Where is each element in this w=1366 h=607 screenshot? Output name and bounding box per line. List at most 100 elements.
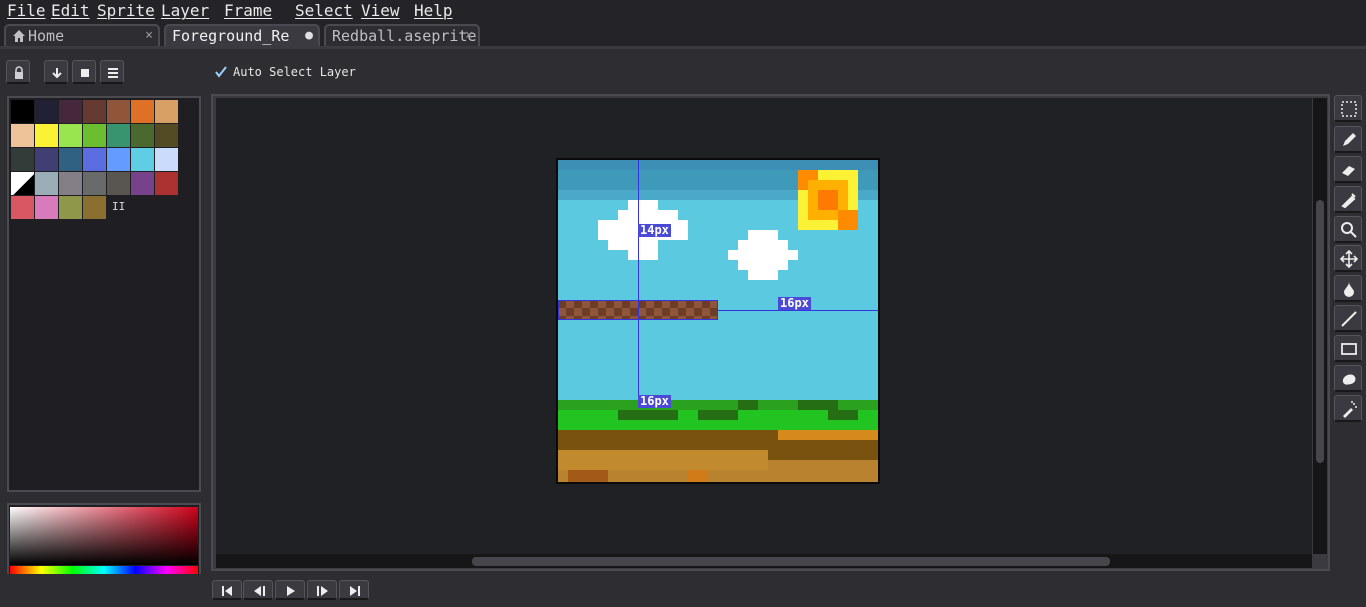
palette-swatch[interactable] (35, 124, 58, 147)
sun-corner (838, 210, 858, 230)
move-tool[interactable] (1334, 245, 1362, 272)
tab-label: Foreground_Re (172, 27, 290, 45)
dirt-dark (688, 470, 708, 482)
grass-dark (798, 400, 838, 410)
palette-swatch[interactable] (131, 100, 154, 123)
checkmark-icon (215, 66, 227, 78)
palette-swatch[interactable] (35, 148, 58, 171)
previous-frame-icon (254, 586, 265, 596)
spray-icon (1343, 401, 1357, 418)
palette-swatch[interactable] (11, 100, 34, 123)
palette-swatch[interactable] (59, 148, 82, 171)
square-button[interactable] (72, 60, 96, 84)
grass-dark (618, 410, 678, 420)
play-button[interactable] (275, 580, 305, 600)
line-tool[interactable] (1334, 305, 1362, 332)
palette-swatch[interactable] (83, 124, 106, 147)
close-icon[interactable]: × (145, 26, 153, 46)
tab-label: Home (28, 27, 65, 45)
palette-swatch[interactable] (35, 100, 58, 123)
eraser-tool[interactable] (1334, 156, 1362, 183)
guide-label: 14px (638, 223, 671, 237)
palette-swatch[interactable] (107, 100, 130, 123)
palette-swatch[interactable] (131, 172, 154, 195)
menu-select[interactable]: Select (295, 1, 353, 21)
fill-icon (1344, 282, 1354, 297)
auto-select-label: Auto Select Layer (233, 65, 356, 79)
pencil-icon (1343, 133, 1356, 146)
palette-swatch[interactable] (11, 124, 34, 147)
palette-swatch[interactable] (83, 172, 106, 195)
modified-indicator-icon[interactable]: ● (305, 26, 313, 46)
palette-swatch[interactable] (59, 172, 82, 195)
palette-swatch[interactable] (107, 172, 130, 195)
horizontal-scroll-thumb[interactable] (472, 557, 1110, 566)
first-frame-button[interactable] (212, 580, 242, 600)
lock-button[interactable] (6, 60, 30, 84)
horizontal-guide (718, 310, 878, 311)
next-frame-button[interactable] (307, 580, 337, 600)
pencil-tool[interactable] (1334, 126, 1362, 153)
first-frame-icon (222, 586, 232, 596)
auto-select-layer-checkbox[interactable]: Auto Select Layer (215, 65, 356, 79)
tab-home[interactable]: Home × (4, 24, 160, 46)
eyedropper-icon (1341, 193, 1356, 209)
palette-swatch[interactable] (11, 172, 34, 195)
menu-frame[interactable]: Frame (224, 1, 272, 21)
blob-icon (1342, 374, 1356, 385)
next-frame-icon (317, 586, 328, 596)
palette-swatch[interactable] (155, 148, 178, 171)
palette-swatch[interactable] (11, 196, 34, 219)
palette-swatch[interactable] (107, 124, 130, 147)
contour-tool[interactable] (1334, 365, 1362, 392)
spray-tool[interactable] (1334, 395, 1362, 422)
palette-swatch[interactable] (83, 196, 106, 219)
palette-count-label: II (112, 200, 126, 213)
eyedropper-tool[interactable] (1334, 186, 1362, 213)
dirt-light (558, 450, 768, 470)
palette-swatch[interactable] (155, 172, 178, 195)
rectangular-marquee-tool[interactable] (1334, 95, 1362, 122)
menu-layer[interactable]: Layer (161, 1, 209, 21)
palette-swatch[interactable] (59, 100, 82, 123)
palette-swatch[interactable] (35, 172, 58, 195)
home-icon (13, 30, 25, 42)
menu-edit[interactable]: Edit (51, 1, 90, 21)
tab-foreground[interactable]: Foreground_Re ● (164, 24, 320, 46)
menu-sprite[interactable]: Sprite (97, 1, 155, 21)
menu-help[interactable]: Help (414, 1, 453, 21)
palette-swatch[interactable] (107, 148, 130, 171)
palette-swatch[interactable] (155, 124, 178, 147)
saturation-value-box[interactable] (10, 507, 198, 565)
grass-dark (698, 410, 738, 420)
last-frame-button[interactable] (339, 580, 369, 600)
grass-dark (828, 410, 858, 420)
palette-swatch[interactable] (83, 148, 106, 171)
palette-swatch[interactable] (59, 124, 82, 147)
move-down-button[interactable] (44, 60, 68, 84)
previous-frame-button[interactable] (243, 580, 273, 600)
dirt-light (778, 430, 878, 440)
paint-bucket-tool[interactable] (1334, 275, 1362, 302)
zoom-tool[interactable] (1334, 216, 1362, 243)
vertical-scroll-thumb[interactable] (1316, 200, 1324, 463)
tab-redball[interactable]: Redball.aseprite × (324, 24, 480, 46)
palette-swatch[interactable] (11, 148, 34, 171)
palette-swatch[interactable] (155, 100, 178, 123)
palette-swatch[interactable] (131, 124, 154, 147)
menu-view[interactable]: View (361, 1, 400, 21)
close-icon[interactable]: × (465, 26, 473, 46)
menu-file[interactable]: File (7, 1, 46, 21)
options-button[interactable] (100, 60, 124, 84)
tab-label: Redball.aseprite (332, 27, 477, 45)
palette-swatch[interactable] (35, 196, 58, 219)
line-icon (1341, 311, 1357, 327)
rectangle-tool[interactable] (1334, 335, 1362, 362)
palette-swatch[interactable] (83, 100, 106, 123)
sprite-canvas[interactable]: 14px 16px 16px (556, 158, 880, 484)
marquee-icon (1341, 101, 1357, 117)
palette-swatch[interactable] (131, 148, 154, 171)
eraser-icon (1342, 166, 1355, 176)
palette-swatch[interactable] (59, 196, 82, 219)
menu-icon (108, 68, 118, 78)
